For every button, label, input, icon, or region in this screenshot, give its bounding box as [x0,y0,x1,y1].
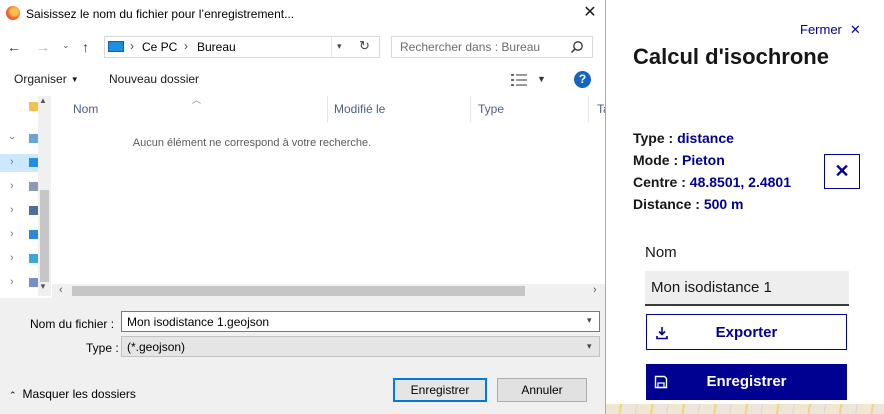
column-modified[interactable]: Modifié le [334,102,385,116]
view-dropdown-icon[interactable]: ▼ [537,74,546,84]
close-panel-button[interactable]: Fermer ✕ [800,22,861,38]
hide-folders-toggle[interactable]: ⌃ Masquer les dossiers [9,387,136,401]
tree-expand-icon[interactable]: › [6,136,18,140]
breadcrumb-ce-pc[interactable]: Ce PC [142,40,177,54]
info-type: Type : distance [633,130,734,146]
export-button[interactable]: Exporter [646,314,847,350]
info-value: 500 m [703,196,744,212]
column-divider[interactable] [470,96,471,122]
sort-indicator-icon: ︿ [192,95,202,105]
tree-expand-icon[interactable]: › [10,180,14,192]
breadcrumb-bureau[interactable]: Bureau [197,40,236,54]
refresh-icon[interactable]: ↻ [359,38,370,54]
breadcrumb-separator: › [130,39,134,53]
file-list-header: ︿ Nom Modifié le Type Ta [52,95,605,122]
info-key: Mode : [633,152,679,168]
file-type-label: Type : [86,341,119,355]
view-options-icon[interactable] [511,74,527,86]
computer-icon [29,134,38,143]
panel-title: Calcul d'isochrone [633,44,829,69]
downloads-icon [29,230,38,239]
tree-expand-icon[interactable]: › [10,204,14,216]
file-type-dropdown-icon[interactable]: ▾ [587,341,592,352]
tree-expand-icon[interactable]: › [10,276,14,288]
videos-icon [29,278,38,287]
close-label: Fermer [800,22,842,37]
folder-icon [29,102,38,111]
name-label: Nom [645,244,677,261]
up-arrow-icon[interactable]: ↑ [82,38,89,56]
column-divider[interactable] [588,96,589,122]
save-isochrone-button[interactable]: Enregistrer [646,364,847,400]
export-label: Exporter [715,324,778,341]
documents-icon [29,182,38,191]
address-dropdown-icon[interactable]: ▾ [337,41,342,52]
tree-expand-icon[interactable]: › [10,228,14,240]
scroll-right-icon[interactable]: › [593,284,597,296]
info-mode: Mode : Pieton [633,152,725,168]
dialog-close-button[interactable]: ✕ [578,1,602,25]
cancel-button[interactable]: Annuler [497,378,587,402]
search-icon[interactable] [570,40,584,54]
close-icon: ✕ [834,161,850,181]
chevron-down-icon: ▼ [70,75,79,84]
file-list-horizontal-scrollbar[interactable]: ‹ › [52,284,605,298]
forward-arrow-icon[interactable]: → [36,38,50,56]
scroll-left-icon[interactable]: ‹ [59,284,63,296]
save-button[interactable]: Enregistrer [393,378,487,402]
search-placeholder: Rechercher dans : Bureau [400,40,541,54]
info-key: Distance : [633,196,700,212]
scroll-up-icon[interactable]: ▲ [39,96,47,105]
empty-message: Aucun élément ne correspond à votre rech… [132,137,372,149]
save-label: Enregistrer [706,373,787,390]
column-divider[interactable] [327,96,328,122]
nav-pane-scrollbar[interactable]: ▲ ▼ [38,96,51,296]
map-background[interactable] [606,404,884,414]
info-centre: Centre : 48.8501, 2.4801 [633,174,791,190]
info-value: distance [677,130,734,146]
filename-dropdown-icon[interactable]: ▾ [587,315,592,326]
tree-expand-icon[interactable]: › [10,252,14,264]
scroll-down-icon[interactable]: ▼ [39,282,47,291]
address-bar[interactable]: › Ce PC › Bureau ▾ ↻ [104,36,380,58]
filename-label: Nom du fichier : [30,317,115,331]
breadcrumb-separator: › [184,39,188,53]
music-icon [29,254,38,263]
column-type[interactable]: Type [478,102,504,116]
computer-icon [108,41,124,52]
info-key: Centre : [633,174,686,190]
info-distance: Distance : 500 m [633,196,744,212]
info-value: 48.8501, 2.4801 [689,174,792,190]
tree-expand-icon[interactable]: › [10,156,14,168]
save-file-dialog: Saisissez le nom du fichier pour l’enreg… [0,0,606,414]
close-icon: ✕ [849,22,861,37]
file-type-select[interactable]: (*.geojson) [121,336,600,357]
chevron-up-icon: ⌃ [9,390,17,400]
info-key: Type : [633,130,674,146]
firefox-icon [6,6,20,20]
dialog-title: Saisissez le nom du fichier pour l’enreg… [26,7,295,21]
organize-label: Organiser [14,72,67,86]
filename-input[interactable] [121,311,600,332]
scrollbar-thumb[interactable] [40,190,49,282]
desktop-icon [29,158,38,167]
delete-isochrone-button[interactable]: ✕ [824,154,860,189]
new-folder-button[interactable]: Nouveau dossier [109,72,199,86]
column-name[interactable]: Nom [73,102,98,116]
search-box[interactable]: Rechercher dans : Bureau [391,36,593,58]
name-input[interactable] [645,271,849,306]
info-value: Pieton [682,152,725,168]
column-size[interactable]: Ta [597,102,605,116]
organize-menu[interactable]: Organiser ▼ [14,72,79,86]
hide-folders-label: Masquer les dossiers [22,387,136,401]
pictures-icon [29,206,38,215]
address-divider [331,37,332,57]
scrollbar-thumb[interactable] [72,286,525,296]
recent-locations-chevron-icon[interactable]: ⌄ [62,40,70,51]
help-icon[interactable]: ? [574,71,591,88]
back-arrow-icon[interactable]: ← [7,38,21,56]
